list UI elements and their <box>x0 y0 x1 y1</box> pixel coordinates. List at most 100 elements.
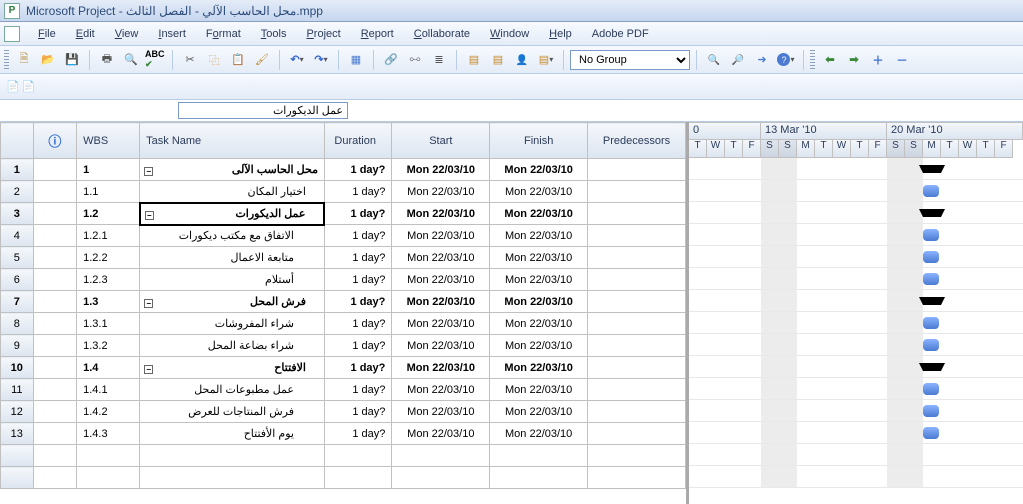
gantt-row[interactable] <box>689 378 1023 400</box>
row-header[interactable]: 10 <box>1 357 34 379</box>
column-header-task-name[interactable]: Task Name <box>140 123 325 159</box>
column-header-predecessors[interactable]: Predecessors <box>588 123 686 159</box>
cell-task-name[interactable]: فرش المنتاجات للعرض <box>140 401 325 423</box>
gantt-row[interactable] <box>689 422 1023 444</box>
cell-finish[interactable]: Mon 22/03/10 <box>490 181 588 203</box>
table-row[interactable]: 61.2.3أستلام1 day?Mon 22/03/10Mon 22/03/… <box>1 269 686 291</box>
cell-predecessors[interactable] <box>588 159 686 181</box>
paste-button[interactable] <box>227 49 249 71</box>
gantt-task-bar[interactable] <box>923 273 939 285</box>
toolbar-grip[interactable] <box>810 50 815 70</box>
gantt-row[interactable] <box>689 312 1023 334</box>
cell-wbs[interactable]: 1.4 <box>77 357 140 379</box>
table-row[interactable]: 31.2−عمل الديكورات1 day?Mon 22/03/10Mon … <box>1 203 686 225</box>
cell-duration[interactable]: 1 day? <box>324 159 391 181</box>
row-header[interactable]: 8 <box>1 313 34 335</box>
cell-start[interactable]: Mon 22/03/10 <box>392 335 490 357</box>
cell-task-name[interactable]: −الافتتاح <box>140 357 325 379</box>
table-row[interactable]: 21.1اختيار المكان1 day?Mon 22/03/10Mon 2… <box>1 181 686 203</box>
gantt-row[interactable] <box>689 202 1023 224</box>
cell-finish[interactable]: Mon 22/03/10 <box>490 313 588 335</box>
collapse-icon[interactable]: − <box>144 299 153 308</box>
print-button[interactable] <box>96 49 118 71</box>
cell-indicators[interactable] <box>33 203 76 225</box>
toolbar-grip[interactable] <box>4 50 9 70</box>
cell-indicators[interactable] <box>33 159 76 181</box>
gantt-bars-area[interactable] <box>689 158 1023 488</box>
cell-wbs[interactable]: 1.4.3 <box>77 423 140 445</box>
redo-button[interactable] <box>310 49 332 71</box>
cell-indicators[interactable] <box>33 225 76 247</box>
gantt-row[interactable] <box>689 224 1023 246</box>
cell-start[interactable]: Mon 22/03/10 <box>392 401 490 423</box>
row-header[interactable]: 5 <box>1 247 34 269</box>
cell-duration[interactable]: 1 day? <box>324 181 391 203</box>
menu-insert[interactable]: Insert <box>148 26 196 42</box>
cell-predecessors[interactable] <box>588 313 686 335</box>
gantt-row[interactable] <box>689 180 1023 202</box>
menu-edit[interactable]: Edit <box>66 26 105 42</box>
gantt-task-bar[interactable] <box>923 427 939 439</box>
cell-duration[interactable]: 1 day? <box>324 357 391 379</box>
cell-indicators[interactable] <box>33 269 76 291</box>
cell-start[interactable]: Mon 22/03/10 <box>392 269 490 291</box>
table-row[interactable]: 111.4.1عمل مطبوعات المحل1 day?Mon 22/03/… <box>1 379 686 401</box>
cell-duration[interactable]: 1 day? <box>324 313 391 335</box>
cell-start[interactable]: Mon 22/03/10 <box>392 225 490 247</box>
column-header-duration[interactable]: Duration <box>324 123 391 159</box>
task-info-button[interactable] <box>463 49 485 71</box>
cell-wbs[interactable]: 1.2.2 <box>77 247 140 269</box>
cell-finish[interactable]: Mon 22/03/10 <box>490 203 588 225</box>
cell-duration[interactable]: 1 day? <box>324 423 391 445</box>
print-preview-button[interactable] <box>120 49 142 71</box>
cell-indicators[interactable] <box>33 181 76 203</box>
cell-start[interactable]: Mon 22/03/10 <box>392 181 490 203</box>
split-task-button[interactable] <box>428 49 450 71</box>
menu-tools[interactable]: Tools <box>251 26 297 42</box>
zoom-out-button[interactable] <box>727 49 749 71</box>
cell-duration[interactable]: 1 day? <box>324 291 391 313</box>
cell-indicators[interactable] <box>33 313 76 335</box>
row-header[interactable]: 6 <box>1 269 34 291</box>
collapse-icon[interactable]: − <box>145 211 154 220</box>
cell-predecessors[interactable] <box>588 401 686 423</box>
gantt-task-bar[interactable] <box>923 405 939 417</box>
show-subtasks-button[interactable]: ＋ <box>867 49 889 71</box>
cell-start[interactable]: Mon 22/03/10 <box>392 379 490 401</box>
cell-indicators[interactable] <box>33 423 76 445</box>
menu-project[interactable]: Project <box>296 26 350 42</box>
cell-predecessors[interactable] <box>588 357 686 379</box>
gantt-task-bar[interactable] <box>923 317 939 329</box>
cell-duration[interactable]: 1 day? <box>324 335 391 357</box>
gantt-summary-bar[interactable] <box>923 363 941 371</box>
table-row[interactable]: 11−محل الحاسب الآلى1 day?Mon 22/03/10Mon… <box>1 159 686 181</box>
cell-finish[interactable]: Mon 22/03/10 <box>490 379 588 401</box>
menu-adobe-pdf[interactable]: Adobe PDF <box>582 26 659 42</box>
zoom-in-button[interactable] <box>703 49 725 71</box>
cell-task-name[interactable]: متابعة الاعمال <box>140 247 325 269</box>
cell-indicators[interactable] <box>33 357 76 379</box>
menu-view[interactable]: View <box>105 26 149 42</box>
cell-finish[interactable]: Mon 22/03/10 <box>490 335 588 357</box>
menu-help[interactable]: Help <box>539 26 582 42</box>
cell-task-name[interactable]: شراء المفروشات <box>140 313 325 335</box>
menu-window[interactable]: Window <box>480 26 539 42</box>
save-button[interactable] <box>61 49 83 71</box>
row-header[interactable]: 13 <box>1 423 34 445</box>
undo-button[interactable] <box>286 49 308 71</box>
select-all-cell[interactable] <box>1 123 34 159</box>
group-by-select[interactable]: No Group <box>570 50 690 70</box>
spelling-button[interactable]: ABC <box>144 49 166 71</box>
gantt-task-bar[interactable] <box>923 229 939 241</box>
copy-button[interactable] <box>203 49 225 71</box>
task-notes-button[interactable] <box>487 49 509 71</box>
gantt-row[interactable] <box>689 356 1023 378</box>
gantt-summary-bar[interactable] <box>923 165 941 173</box>
assign-resources-button[interactable] <box>511 49 533 71</box>
row-header[interactable]: 9 <box>1 335 34 357</box>
gantt-summary-bar[interactable] <box>923 297 941 305</box>
cell-task-name[interactable]: عمل مطبوعات المحل <box>140 379 325 401</box>
cell-task-name[interactable]: أستلام <box>140 269 325 291</box>
gantt-task-bar[interactable] <box>923 251 939 263</box>
cell-wbs[interactable]: 1.2.1 <box>77 225 140 247</box>
